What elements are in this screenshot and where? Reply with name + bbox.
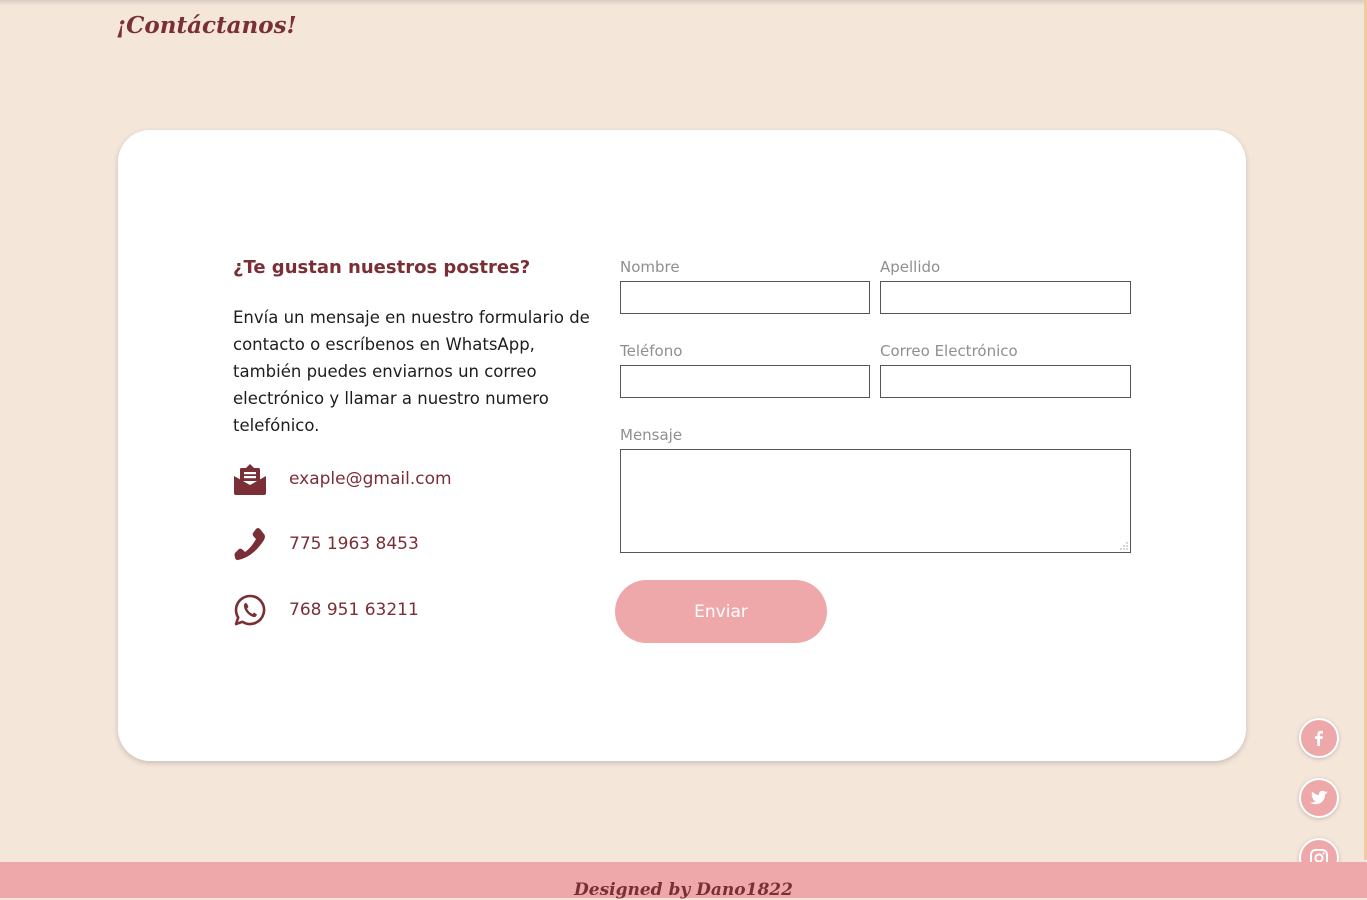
contact-card bbox=[118, 130, 1246, 761]
twitter-button[interactable] bbox=[1299, 778, 1339, 818]
footer-credit: Designed by Dano1822 bbox=[574, 880, 793, 900]
facebook-button[interactable] bbox=[1299, 718, 1339, 758]
info-heading: ¿Te gustan nuestros postres? bbox=[233, 257, 531, 278]
nombre-input[interactable] bbox=[620, 281, 870, 314]
whatsapp-row[interactable]: 768 951 63211 bbox=[233, 593, 419, 627]
info-text: Envía un mensaje en nuestro formulario d… bbox=[233, 308, 590, 435]
mensaje-label: Mensaje bbox=[620, 426, 683, 444]
phone-icon bbox=[233, 527, 267, 561]
contact-info: ¿Te gustan nuestros postres? Envía un me… bbox=[233, 257, 593, 439]
email-value: exaple@gmail.com bbox=[289, 469, 452, 489]
whatsapp-value: 768 951 63211 bbox=[289, 600, 419, 620]
twitter-icon bbox=[1310, 790, 1328, 805]
page-title: ¡Contáctanos! bbox=[116, 12, 297, 39]
mensaje-textarea[interactable] bbox=[620, 449, 1131, 553]
apellido-input[interactable] bbox=[880, 281, 1131, 314]
envelope-open-icon bbox=[233, 462, 267, 496]
top-shadow bbox=[0, 0, 1367, 6]
phone-row[interactable]: 775 1963 8453 bbox=[233, 527, 419, 561]
nombre-label: Nombre bbox=[620, 258, 680, 276]
telefono-label: Teléfono bbox=[620, 342, 683, 360]
whatsapp-icon bbox=[233, 593, 267, 627]
email-row[interactable]: exaple@gmail.com bbox=[233, 462, 452, 496]
correo-label: Correo Electrónico bbox=[880, 342, 1018, 360]
resize-grip-icon[interactable] bbox=[1120, 542, 1128, 550]
send-button[interactable]: Enviar bbox=[615, 580, 827, 643]
correo-input[interactable] bbox=[880, 365, 1131, 398]
apellido-label: Apellido bbox=[880, 258, 941, 276]
footer: Designed by Dano1822 bbox=[0, 862, 1367, 900]
facebook-icon bbox=[1315, 730, 1323, 746]
phone-value: 775 1963 8453 bbox=[289, 534, 419, 554]
telefono-input[interactable] bbox=[620, 365, 870, 398]
